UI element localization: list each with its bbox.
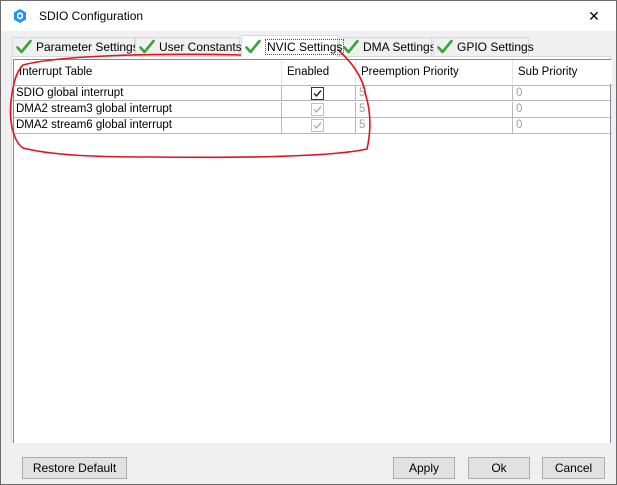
tab-nvic-settings[interactable]: NVIC Settings <box>241 35 345 57</box>
tab-label: User Constants <box>159 40 242 54</box>
preemption-priority-cell[interactable]: 5 <box>356 102 513 117</box>
tab-label: Parameter Settings <box>36 40 139 54</box>
tab-label: DMA Settings <box>363 40 436 54</box>
sub-priority-cell[interactable]: 0 <box>513 118 612 133</box>
interrupt-table: Interrupt Table Enabled Preemption Prior… <box>13 59 612 443</box>
enabled-checkbox <box>311 103 324 116</box>
tab-parameter-settings[interactable]: Parameter Settings <box>12 37 139 56</box>
apply-button[interactable]: Apply <box>393 457 455 479</box>
preemption-priority-cell[interactable]: 5 <box>356 86 513 101</box>
title-bar: SDIO Configuration ✕ <box>1 1 616 31</box>
nvic-settings-panel: Interrupt Table Enabled Preemption Prior… <box>11 56 612 443</box>
green-check-icon <box>343 39 359 55</box>
interrupt-name: DMA2 stream6 global interrupt <box>14 118 282 133</box>
tab-dma-settings[interactable]: DMA Settings <box>339 37 436 56</box>
green-check-icon <box>245 39 261 55</box>
restore-default-button[interactable]: Restore Default <box>22 457 127 479</box>
column-header-interrupt-table[interactable]: Interrupt Table <box>14 60 282 84</box>
table-row: DMA2 stream3 global interrupt 5 0 <box>14 102 612 118</box>
table-header: Interrupt Table Enabled Preemption Prior… <box>14 60 612 84</box>
table-row: DMA2 stream6 global interrupt 5 0 <box>14 118 612 134</box>
sdio-configuration-dialog: SDIO Configuration ✕ Parameter Settings … <box>0 0 617 485</box>
sub-priority-cell[interactable]: 0 <box>513 102 612 117</box>
column-header-sub-priority[interactable]: Sub Priority <box>513 60 612 84</box>
enabled-cell <box>282 86 356 101</box>
green-check-icon <box>16 39 32 55</box>
window-title: SDIO Configuration <box>39 9 144 23</box>
ok-button[interactable]: Ok <box>468 457 530 479</box>
preemption-priority-cell[interactable]: 5 <box>356 118 513 133</box>
enabled-cell <box>282 118 356 133</box>
tab-user-constants[interactable]: User Constants <box>135 37 242 56</box>
tab-gpio-settings[interactable]: GPIO Settings <box>433 37 534 56</box>
column-header-preemption-priority[interactable]: Preemption Priority <box>356 60 513 84</box>
tab-label: NVIC Settings <box>265 38 345 55</box>
column-header-enabled[interactable]: Enabled <box>282 60 356 84</box>
enabled-checkbox[interactable] <box>311 87 324 100</box>
green-check-icon <box>437 39 453 55</box>
table-row: SDIO global interrupt 5 0 <box>14 85 612 101</box>
tab-label: GPIO Settings <box>457 40 534 54</box>
interrupt-name: SDIO global interrupt <box>14 86 282 101</box>
enabled-cell <box>282 102 356 117</box>
close-icon: ✕ <box>588 8 600 24</box>
green-check-icon <box>139 39 155 55</box>
cancel-button[interactable]: Cancel <box>542 457 605 479</box>
stm32cube-icon <box>12 8 28 24</box>
close-button[interactable]: ✕ <box>572 1 616 31</box>
interrupt-name: DMA2 stream3 global interrupt <box>14 102 282 117</box>
enabled-checkbox <box>311 119 324 132</box>
tab-strip: Parameter Settings User Constants NVIC S… <box>1 35 616 57</box>
sub-priority-cell[interactable]: 0 <box>513 86 612 101</box>
